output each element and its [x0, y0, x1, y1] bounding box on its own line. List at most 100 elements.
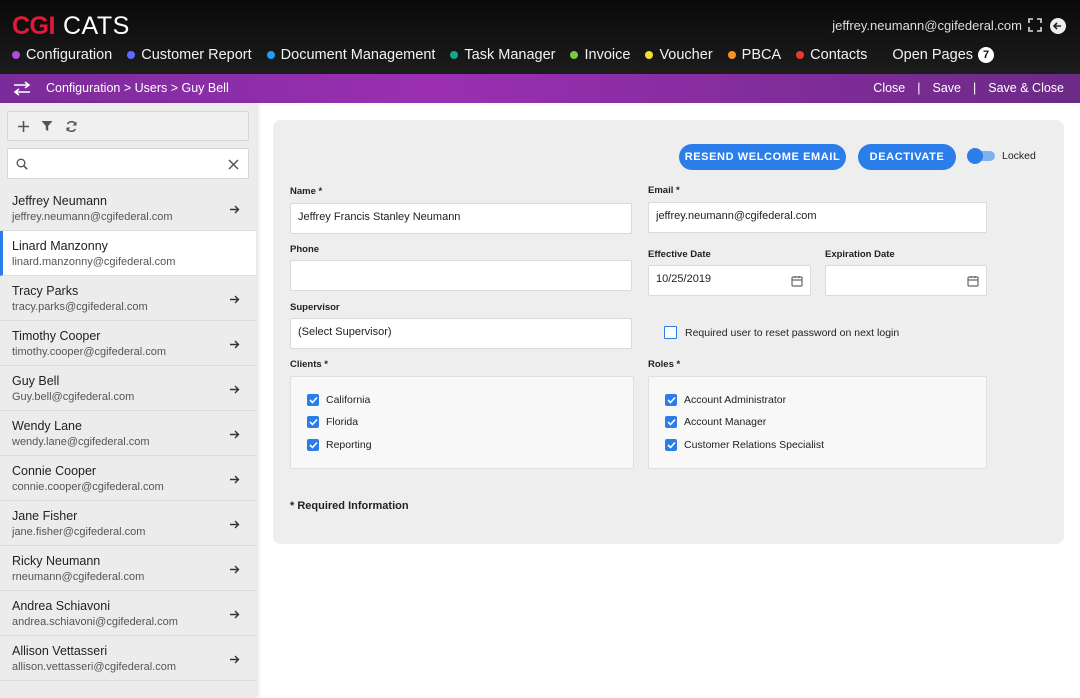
nav-label: Voucher	[659, 47, 713, 63]
roles-box: Account Administrator Account Manager Cu…	[648, 376, 987, 469]
role-option-account-administrator[interactable]: Account Administrator	[665, 394, 786, 406]
phone-input[interactable]	[296, 267, 606, 281]
breadcrumb[interactable]: Configuration > Users > Guy Bell	[46, 81, 229, 95]
locked-label: Locked	[1002, 150, 1036, 162]
role-label: Account Administrator	[684, 394, 787, 406]
nav-dot	[570, 51, 579, 59]
close-button[interactable]: Close	[873, 81, 905, 95]
user-name: Linard Manzonny	[12, 239, 108, 253]
user-list-item[interactable]: Andrea Schiavoni andrea.schiavoni@cgifede…	[0, 591, 256, 636]
reset-password-checkbox[interactable]	[664, 326, 677, 339]
user-search	[7, 148, 249, 179]
checkbox-checked[interactable]	[307, 439, 319, 451]
name-input[interactable]	[296, 210, 606, 224]
nav-dot	[796, 51, 805, 59]
checkbox-checked[interactable]	[665, 394, 677, 406]
open-pages-label: Open Pages	[892, 47, 974, 63]
email-input[interactable]	[654, 209, 962, 223]
user-name: Guy Bell	[12, 374, 60, 388]
user-form-panel: RESEND WELCOME EMAIL DEACTIVATE Locked N…	[273, 120, 1064, 544]
deactivate-button[interactable]: DEACTIVATE	[858, 144, 956, 170]
roles-label: Roles *	[648, 359, 681, 370]
save-close-button[interactable]: Save & Close	[988, 81, 1064, 95]
role-label: Customer Relations Specialist	[684, 439, 825, 451]
role-option-account-manager[interactable]: Account Manager	[665, 416, 766, 428]
name-field-wrap	[290, 203, 632, 234]
expiration-date-label: Expiration Date	[825, 249, 895, 260]
reset-password-label: Required user to reset password on next …	[685, 326, 900, 339]
main-nav: Configuration Customer Report Document M…	[12, 47, 1009, 63]
arrow-right-icon	[229, 382, 240, 400]
user-list-item[interactable]: Connie Cooper connie.cooper@cgifederal.co…	[0, 456, 256, 501]
search-input[interactable]	[34, 154, 228, 174]
nav-item-contacts[interactable]: Contacts	[796, 47, 867, 63]
name-label: Name *	[290, 186, 323, 197]
action-separator: |	[917, 81, 921, 95]
user-list-item-selected[interactable]: Linard Manzonny linard.manzonny@cgifedera…	[0, 231, 256, 276]
nav-label: Document Management	[280, 47, 436, 63]
nav-item-voucher[interactable]: Voucher	[645, 47, 713, 63]
client-option-california[interactable]: California	[307, 394, 370, 406]
nav-item-document-management[interactable]: Document Management	[266, 47, 436, 63]
calendar-icon[interactable]	[967, 274, 979, 292]
user-email-text: connie.cooper@cgifederal.com	[12, 481, 164, 493]
checkbox-checked[interactable]	[307, 416, 319, 428]
open-pages-menu[interactable]: Open Pages 7	[892, 47, 995, 63]
role-label: Account Manager	[684, 416, 767, 428]
add-icon[interactable]	[16, 119, 30, 133]
supervisor-select[interactable]	[296, 325, 606, 339]
arrow-right-icon	[229, 652, 240, 670]
user-list-item[interactable]: Jeffrey Neumann jeffrey.neumann@cgifedera…	[0, 186, 256, 231]
resend-welcome-email-button[interactable]: RESEND WELCOME EMAIL	[679, 144, 846, 170]
effective-date-input[interactable]	[654, 272, 778, 286]
phone-label: Phone	[290, 244, 320, 255]
arrow-right-icon	[229, 202, 240, 220]
user-list-item[interactable]: Guy Bell Guy.bell@cgifederal.com	[0, 366, 256, 411]
arrow-right-icon	[229, 607, 240, 625]
user-list-item[interactable]: Tracy Parks tracy.parks@cgifederal.com	[0, 276, 256, 321]
app-header: CGI CATS jeffrey.neumann@cgifederal.com C…	[0, 0, 1080, 74]
locked-toggle[interactable]	[967, 148, 995, 164]
refresh-icon[interactable]	[64, 119, 78, 133]
checkbox-checked[interactable]	[665, 416, 677, 428]
user-list-item[interactable]: Jane Fisher jane.fisher@cgifederal.com	[0, 501, 256, 546]
clear-search-icon[interactable]	[228, 157, 239, 175]
client-option-florida[interactable]: Florida	[307, 416, 358, 428]
arrow-right-icon	[229, 472, 240, 490]
user-list-item[interactable]: Ricky Neumann rneumann@cgifederal.com	[0, 546, 256, 591]
effective-date-field-wrap	[648, 265, 811, 296]
nav-dot	[727, 51, 736, 59]
reset-password-option[interactable]: Required user to reset password on next …	[664, 326, 899, 339]
swap-arrows-icon[interactable]	[12, 81, 32, 101]
filter-icon[interactable]	[40, 119, 54, 133]
user-email-text: linard.manzonny@cgifederal.com	[12, 256, 176, 268]
supervisor-select-wrap[interactable]	[290, 318, 632, 349]
app-logo[interactable]: CGI CATS	[12, 12, 130, 41]
calendar-icon[interactable]	[791, 274, 803, 292]
nav-item-pbca[interactable]: PBCA	[727, 47, 781, 63]
checkbox-checked[interactable]	[665, 439, 677, 451]
page-actions: Close | Save | Save & Close	[873, 81, 1064, 95]
client-option-reporting[interactable]: Reporting	[307, 439, 372, 451]
nav-item-customer-report[interactable]: Customer Report	[127, 47, 252, 63]
user-name: Andrea Schiavoni	[12, 599, 110, 613]
role-option-customer-relations-specialist[interactable]: Customer Relations Specialist	[665, 439, 824, 451]
nav-item-task-manager[interactable]: Task Manager	[450, 47, 555, 63]
user-email[interactable]: jeffrey.neumann@cgifederal.com	[832, 18, 1022, 33]
user-name: Jane Fisher	[12, 509, 78, 523]
back-arrow-icon[interactable]	[1050, 18, 1066, 34]
user-name: Timothy Cooper	[12, 329, 101, 343]
nav-item-configuration[interactable]: Configuration	[12, 47, 112, 63]
user-name: Connie Cooper	[12, 464, 97, 478]
user-email-text: timothy.cooper@cgifederal.com	[12, 346, 167, 358]
arrow-right-icon	[229, 517, 240, 535]
nav-item-invoice[interactable]: Invoice	[570, 47, 630, 63]
checkbox-checked[interactable]	[307, 394, 319, 406]
expiration-date-input[interactable]	[831, 272, 955, 286]
user-list-item[interactable]: Timothy Cooper timothy.cooper@cgifederal.…	[0, 321, 256, 366]
user-list-item[interactable]: Wendy Lane wendy.lane@cgifederal.com	[0, 411, 256, 456]
save-button[interactable]: Save	[933, 81, 962, 95]
expand-icon[interactable]	[1028, 18, 1044, 34]
user-list-item[interactable]: Allison Vettasseri allison.vettasseri@cgi…	[0, 636, 256, 681]
arrow-right-icon	[229, 562, 240, 580]
